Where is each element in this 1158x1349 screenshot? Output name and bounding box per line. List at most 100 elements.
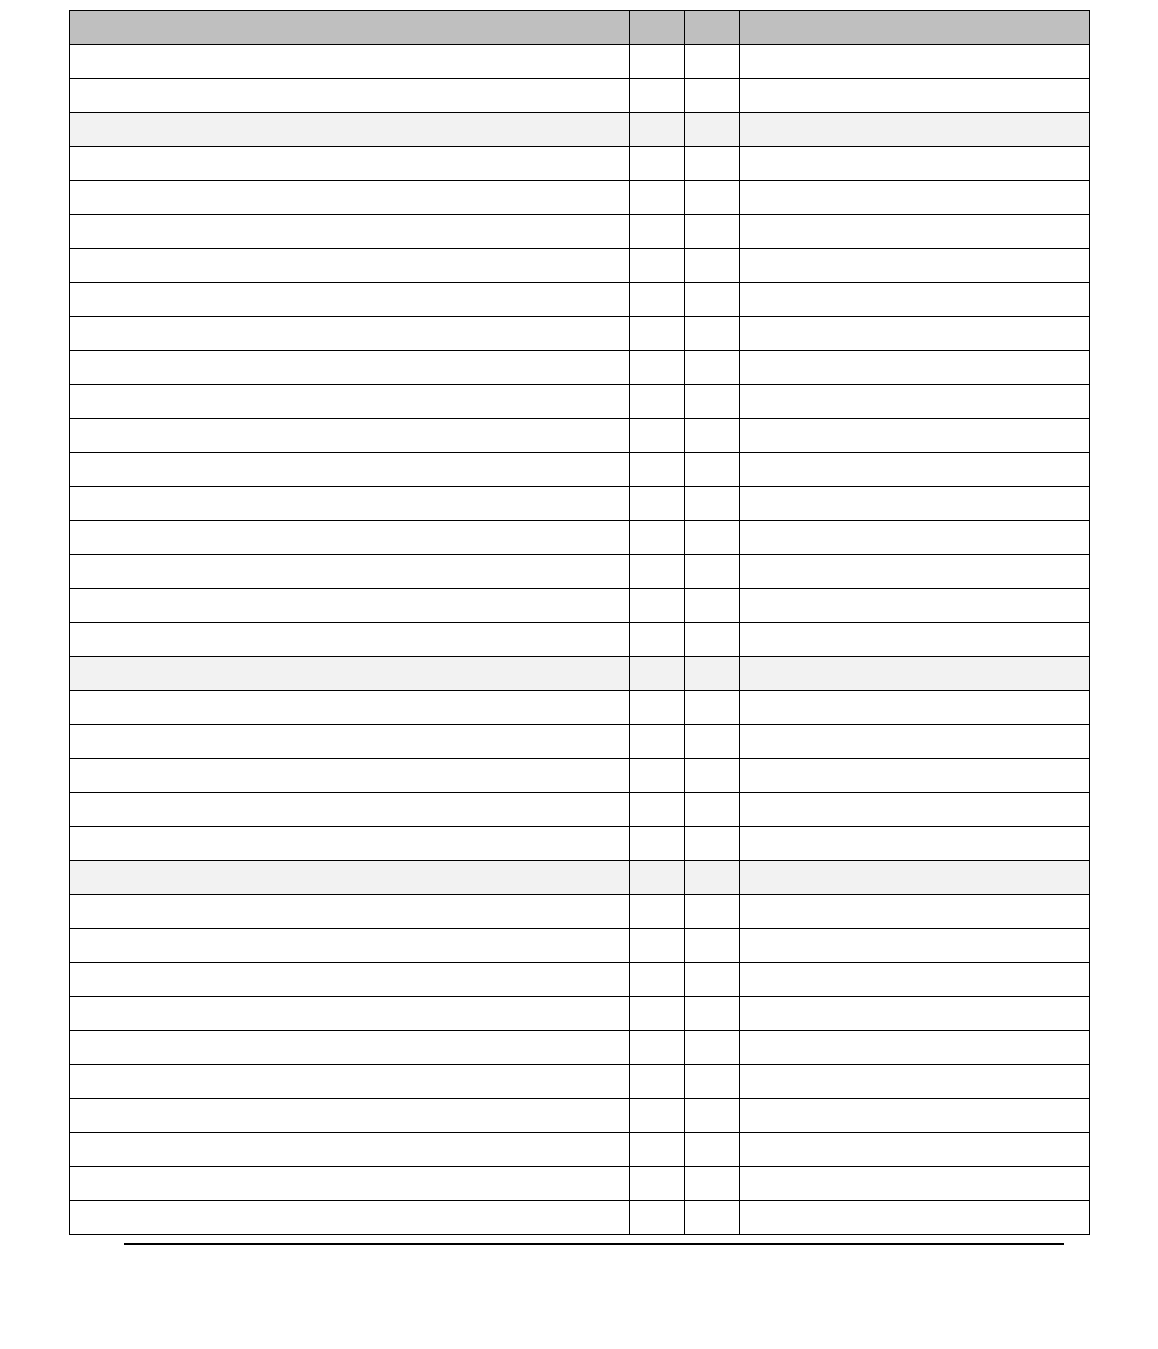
table-cell (685, 759, 740, 793)
table-row (70, 1031, 1090, 1065)
table-subheader-row (70, 657, 1090, 691)
table-cell (70, 861, 630, 895)
table-cell (70, 1099, 630, 1133)
table-cell (740, 45, 1090, 79)
table-row (70, 1167, 1090, 1201)
table-cell (70, 181, 630, 215)
table-row (70, 283, 1090, 317)
checklist-table (69, 10, 1090, 1235)
table-cell (630, 317, 685, 351)
table-cell (70, 79, 630, 113)
table-cell (685, 589, 740, 623)
table-cell (630, 997, 685, 1031)
checklist-table-container (69, 10, 1089, 1245)
table-cell (740, 861, 1090, 895)
table-cell (70, 147, 630, 181)
table-cell (630, 623, 685, 657)
table-cell (740, 997, 1090, 1031)
table-cell (630, 895, 685, 929)
table-cell (630, 861, 685, 895)
table-cell (630, 1031, 685, 1065)
table-cell (740, 521, 1090, 555)
table-cell (685, 487, 740, 521)
table-cell (70, 555, 630, 589)
table-row (70, 181, 1090, 215)
table-cell (740, 555, 1090, 589)
table-cell (685, 521, 740, 555)
table-row (70, 623, 1090, 657)
table-cell (70, 589, 630, 623)
table-cell (630, 691, 685, 725)
table-cell (740, 79, 1090, 113)
table-cell (685, 215, 740, 249)
table-cell (70, 283, 630, 317)
table-cell (70, 1133, 630, 1167)
table-cell (630, 1167, 685, 1201)
table-cell (630, 453, 685, 487)
table-cell (740, 147, 1090, 181)
table-cell (740, 963, 1090, 997)
table-row (70, 1065, 1090, 1099)
table-row (70, 589, 1090, 623)
table-cell (630, 759, 685, 793)
table-cell (630, 793, 685, 827)
table-cell (685, 113, 740, 147)
table-cell (70, 453, 630, 487)
footer-divider (124, 1243, 1064, 1245)
table-subheader-row (70, 861, 1090, 895)
table-cell (740, 725, 1090, 759)
table-cell (70, 793, 630, 827)
table-cell (740, 895, 1090, 929)
table-cell (70, 725, 630, 759)
table-cell (685, 1031, 740, 1065)
table-row (70, 351, 1090, 385)
table-cell (740, 419, 1090, 453)
table-row (70, 1099, 1090, 1133)
table-cell (630, 215, 685, 249)
table-cell (685, 793, 740, 827)
table-cell (70, 351, 630, 385)
table-cell (685, 317, 740, 351)
table-cell (740, 1065, 1090, 1099)
table-cell (685, 861, 740, 895)
table-cell (740, 1133, 1090, 1167)
table-cell (740, 759, 1090, 793)
table-cell (685, 385, 740, 419)
table-row (70, 215, 1090, 249)
table-cell (685, 1167, 740, 1201)
table-row (70, 1133, 1090, 1167)
table-cell (630, 657, 685, 691)
table-cell (630, 249, 685, 283)
table-cell (70, 1201, 630, 1235)
table-cell (740, 1201, 1090, 1235)
table-row (70, 895, 1090, 929)
table-row (70, 521, 1090, 555)
table-cell (740, 113, 1090, 147)
table-row (70, 79, 1090, 113)
table-row (70, 555, 1090, 589)
table-cell (685, 453, 740, 487)
table-row (70, 929, 1090, 963)
table-cell (685, 725, 740, 759)
table-cell (70, 113, 630, 147)
table-cell (740, 453, 1090, 487)
table-cell (70, 249, 630, 283)
table-cell (685, 997, 740, 1031)
table-cell (630, 1099, 685, 1133)
table-cell (740, 1167, 1090, 1201)
table-cell (740, 385, 1090, 419)
table-row (70, 317, 1090, 351)
table-cell (70, 623, 630, 657)
table-cell (740, 249, 1090, 283)
table-row (70, 1201, 1090, 1235)
table-row (70, 385, 1090, 419)
table-cell (740, 623, 1090, 657)
table-cell (630, 929, 685, 963)
table-cell (630, 79, 685, 113)
table-cell (685, 351, 740, 385)
table-cell (685, 691, 740, 725)
table-cell (630, 419, 685, 453)
table-cell (630, 45, 685, 79)
table-row (70, 487, 1090, 521)
table-row (70, 997, 1090, 1031)
